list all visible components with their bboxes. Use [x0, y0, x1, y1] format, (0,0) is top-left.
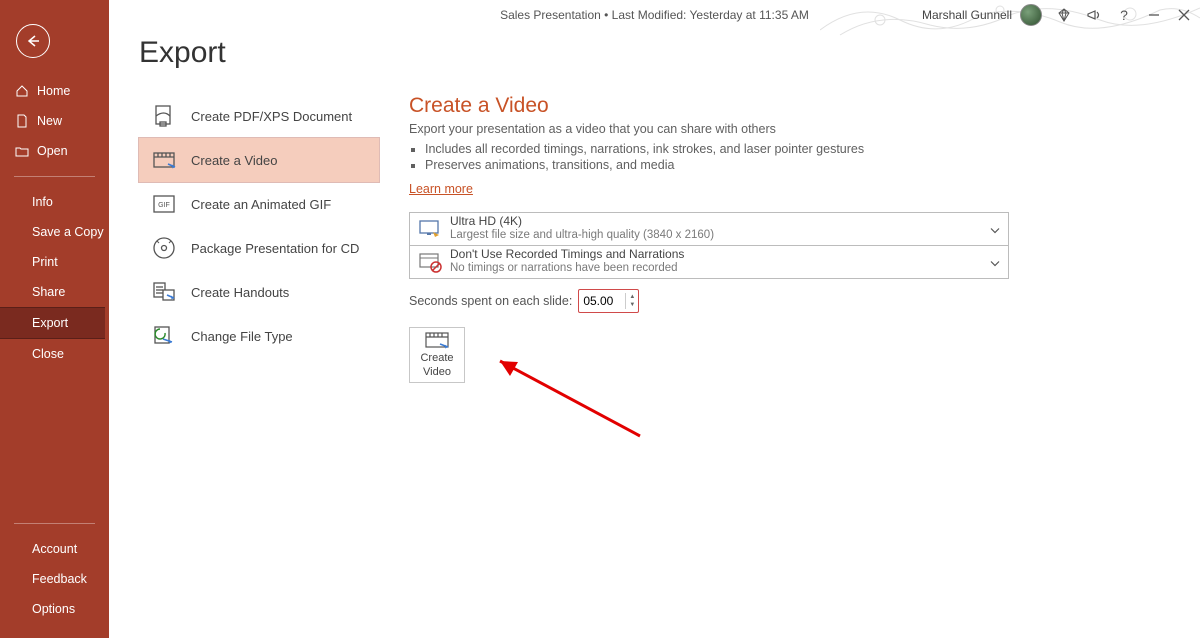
help-icon[interactable]: ? [1116, 7, 1132, 23]
close-icon[interactable] [1176, 7, 1192, 23]
sidebar-item-label: Info [32, 195, 53, 209]
sidebar-item-close[interactable]: Close [0, 339, 109, 369]
cd-icon [151, 235, 177, 261]
sidebar-item-label: Share [32, 285, 65, 299]
sidebar-item-open[interactable]: Open [0, 136, 109, 166]
spinner-down[interactable]: ▼ [626, 301, 638, 309]
dropdown-value: Ultra HD (4K) [450, 215, 714, 229]
sidebar-item-options[interactable]: Options [0, 594, 109, 624]
pdf-icon [151, 103, 177, 129]
button-label: Create [420, 352, 453, 364]
resolution-dropdown[interactable]: Ultra HD (4K) Largest file size and ultr… [409, 212, 1009, 246]
filmstrip-icon [425, 332, 449, 350]
export-option-change-type[interactable]: Change File Type [139, 314, 379, 358]
sidebar-item-label: Close [32, 347, 64, 361]
detail-heading: Create a Video [409, 94, 1009, 118]
avatar[interactable] [1020, 4, 1042, 26]
dropdown-description: No timings or narrations have been recor… [450, 262, 684, 275]
username: Marshall Gunnell [922, 8, 1012, 22]
sidebar-item-feedback[interactable]: Feedback [0, 564, 109, 594]
button-label: Video [423, 366, 451, 378]
backstage-sidebar: Home New Open Info Save a Copy Print Sha… [0, 0, 109, 638]
no-timings-icon [418, 250, 442, 274]
main-content: Export Create PDF/XPS Document Create a … [109, 0, 1200, 638]
export-option-pdf[interactable]: Create PDF/XPS Document [139, 94, 379, 138]
new-icon [15, 114, 29, 128]
seconds-label: Seconds spent on each slide: [409, 294, 572, 308]
learn-more-link[interactable]: Learn more [409, 182, 473, 196]
open-icon [15, 144, 29, 158]
sidebar-item-print[interactable]: Print [0, 247, 109, 277]
sidebar-item-share[interactable]: Share [0, 277, 109, 307]
sidebar-item-label: Print [32, 255, 58, 269]
export-option-list: Create PDF/XPS Document Create a Video G… [139, 94, 379, 383]
sidebar-item-label: Export [32, 316, 68, 330]
title-bar-controls: Marshall Gunnell ? [922, 4, 1192, 26]
export-option-video[interactable]: Create a Video [139, 138, 379, 182]
detail-bullets: Includes all recorded timings, narration… [409, 142, 1009, 172]
back-button[interactable] [16, 24, 50, 58]
sidebar-item-label: Open [37, 144, 68, 158]
seconds-input-wrapper: ▲ ▼ [578, 289, 639, 313]
sidebar-item-export[interactable]: Export [0, 307, 105, 339]
megaphone-icon[interactable] [1086, 7, 1102, 23]
export-option-handouts[interactable]: Create Handouts [139, 270, 379, 314]
sidebar-item-account[interactable]: Account [0, 534, 109, 564]
export-option-package[interactable]: Package Presentation for CD [139, 226, 379, 270]
create-video-button[interactable]: Create Video [409, 327, 465, 383]
minimize-icon[interactable] [1146, 7, 1162, 23]
sidebar-item-label: Save a Copy [32, 225, 104, 239]
spinner-up[interactable]: ▲ [626, 293, 638, 301]
sidebar-item-save-copy[interactable]: Save a Copy [0, 217, 109, 247]
gif-icon: GIF [151, 191, 177, 217]
export-option-label: Create PDF/XPS Document [191, 109, 352, 124]
seconds-per-slide-row: Seconds spent on each slide: ▲ ▼ [409, 289, 1009, 313]
timings-dropdown[interactable]: Don't Use Recorded Timings and Narration… [409, 246, 1009, 279]
svg-text:GIF: GIF [158, 202, 170, 209]
bullet: Preserves animations, transitions, and m… [425, 158, 1009, 172]
spinner: ▲ ▼ [625, 293, 638, 309]
chevron-down-icon [990, 255, 1000, 270]
detail-subtitle: Export your presentation as a video that… [409, 122, 1009, 136]
video-icon [151, 147, 177, 173]
seconds-input[interactable] [579, 294, 625, 308]
document-title: Sales Presentation • Last Modified: Yest… [500, 8, 809, 22]
dropdown-value: Don't Use Recorded Timings and Narration… [450, 248, 684, 262]
sidebar-item-home[interactable]: Home [0, 76, 109, 106]
export-option-label: Package Presentation for CD [191, 241, 359, 256]
export-option-label: Create Handouts [191, 285, 289, 300]
export-option-label: Change File Type [191, 329, 293, 344]
change-type-icon [151, 323, 177, 349]
sidebar-item-label: Account [32, 542, 77, 556]
sidebar-item-label: New [37, 114, 62, 128]
page-title: Export [139, 36, 1200, 70]
export-option-label: Create an Animated GIF [191, 197, 331, 212]
sidebar-item-info[interactable]: Info [0, 187, 109, 217]
handouts-icon [151, 279, 177, 305]
divider [14, 523, 95, 524]
detail-pane: Create a Video Export your presentation … [409, 94, 1009, 383]
sidebar-item-label: Home [37, 84, 70, 98]
monitor-icon [418, 217, 442, 241]
export-option-gif[interactable]: GIF Create an Animated GIF [139, 182, 379, 226]
sidebar-item-new[interactable]: New [0, 106, 109, 136]
diamond-icon[interactable] [1056, 7, 1072, 23]
sidebar-item-label: Feedback [32, 572, 87, 586]
home-icon [15, 84, 29, 98]
chevron-down-icon [990, 222, 1000, 237]
dropdown-description: Largest file size and ultra-high quality… [450, 229, 714, 242]
export-option-label: Create a Video [191, 153, 278, 168]
divider [14, 176, 95, 177]
sidebar-item-label: Options [32, 602, 75, 616]
bullet: Includes all recorded timings, narration… [425, 142, 1009, 156]
